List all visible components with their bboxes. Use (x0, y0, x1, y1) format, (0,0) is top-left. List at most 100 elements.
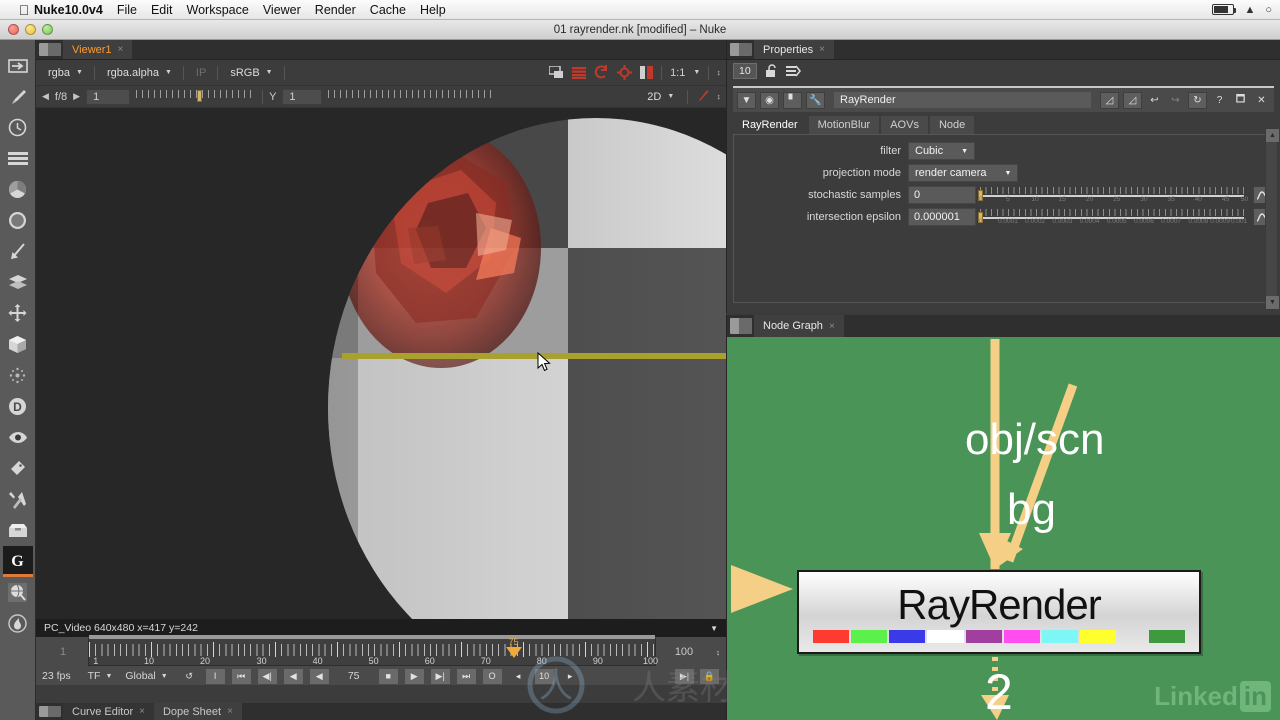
tab-aovs[interactable]: AOVs (881, 116, 928, 134)
close-icon[interactable]: ✕ (1253, 93, 1270, 108)
tab-dope-sheet[interactable]: Dope Sheet × (153, 703, 242, 720)
mask-icon[interactable]: ▘ (783, 91, 802, 109)
zoom-level[interactable]: 1:1 (670, 67, 685, 79)
close-icon[interactable]: × (829, 321, 835, 332)
max-panels-field[interactable]: 10 (733, 63, 757, 79)
tab-properties[interactable]: Properties × (754, 40, 834, 59)
wrench-icon[interactable]: 🔧 (806, 91, 825, 109)
tab-node[interactable]: Node (929, 116, 975, 134)
color-wheel-icon[interactable]: ◉ (760, 91, 779, 109)
lock-open-icon[interactable] (765, 64, 778, 78)
viewer-pane-grip[interactable] (39, 43, 61, 56)
scroll-up-icon[interactable]: ▲ (1266, 129, 1279, 142)
close-icon[interactable]: × (118, 44, 124, 55)
close-window-button[interactable] (8, 24, 19, 35)
tab-rayrender[interactable]: RayRender (733, 116, 807, 134)
tab-curve-editor[interactable]: Curve Editor × (63, 703, 154, 720)
node-graph-pane-grip[interactable] (730, 318, 752, 334)
prev-keyframe-icon[interactable]: ◀| (256, 667, 278, 685)
next-keyframe-icon[interactable]: ▶| (429, 667, 451, 685)
layer-select[interactable]: rgba.alpha ▼ (100, 63, 177, 82)
merge-node-icon[interactable] (3, 267, 33, 298)
menu-item-render[interactable]: Render (315, 3, 356, 17)
chevron-down-icon[interactable]: ▼ (161, 673, 168, 680)
sync-mode-select[interactable]: Global (125, 670, 155, 682)
menu-app-name[interactable]: Nuke10.0v4 (34, 3, 103, 17)
gain-next-icon[interactable]: ▶ (73, 91, 80, 102)
node-graph-canvas[interactable]: obj/scn bg 2 RayRender Linked in (727, 337, 1280, 720)
stochastic-samples-slider[interactable]: 0 5 10 15 20 25 30 35 40 45 50 (978, 186, 1250, 204)
play-forward-icon[interactable]: ▶ (403, 667, 425, 685)
mix-icon[interactable]: ◿ (1123, 91, 1142, 109)
colorspace-select[interactable]: sRGB ▼ (224, 63, 278, 82)
menu-item-cache[interactable]: Cache (370, 3, 406, 17)
stop-icon[interactable]: ■ (377, 667, 399, 685)
play-backward-icon[interactable]: ◀ (308, 667, 330, 685)
first-frame-icon[interactable]: ⏮ (230, 667, 252, 685)
furnace-node-icon[interactable] (3, 608, 33, 639)
expand-toolbar-icon[interactable]: ⨟ (717, 91, 720, 102)
gamma-input[interactable]: 1 (282, 88, 323, 105)
spotlight-icon[interactable]: ○ (1265, 4, 1272, 16)
properties-scrollbar[interactable]: ▲ ▼ (1265, 128, 1279, 310)
draw-node-icon[interactable] (3, 81, 33, 112)
view-mode-select[interactable]: 2D ▼ (641, 87, 680, 106)
node-rayrender[interactable]: RayRender (797, 570, 1201, 654)
apple-icon[interactable]:  (0, 2, 34, 18)
help-icon[interactable]: ? (1211, 93, 1228, 108)
properties-pane-grip[interactable] (730, 43, 752, 56)
transform-node-icon[interactable] (3, 298, 33, 329)
chevron-down-icon[interactable]: ▼ (105, 673, 112, 680)
scroll-down-icon[interactable]: ▼ (1266, 296, 1279, 309)
filter-node-icon[interactable] (3, 205, 33, 236)
tab-viewer1[interactable]: Viewer1 × (63, 40, 133, 59)
image-node-icon[interactable] (3, 50, 33, 81)
last-frame-icon[interactable]: ⏭ (455, 667, 477, 685)
menu-item-workspace[interactable]: Workspace (187, 3, 249, 17)
channel-node-icon[interactable] (3, 143, 33, 174)
tab-motionblur[interactable]: MotionBlur (808, 116, 880, 134)
metadata-node-icon[interactable] (3, 453, 33, 484)
stochastic-samples-input[interactable]: 0 (908, 186, 976, 204)
toolsets-node-icon[interactable] (3, 484, 33, 515)
gamma-slider[interactable] (328, 89, 494, 104)
menu-item-help[interactable]: Help (420, 3, 446, 17)
chevron-down-icon[interactable]: ▼ (693, 69, 700, 76)
close-icon[interactable]: × (227, 706, 233, 717)
viewer-image-canvas[interactable] (36, 108, 726, 619)
maximize-window-button[interactable] (42, 24, 53, 35)
in-point-icon[interactable]: I (204, 667, 226, 685)
undo-icon[interactable]: ↩ (1146, 93, 1163, 108)
3d-node-icon[interactable] (3, 329, 33, 360)
refresh-icon[interactable] (594, 65, 609, 80)
menu-item-viewer[interactable]: Viewer (263, 3, 301, 17)
out-point-icon[interactable]: O (481, 667, 503, 685)
wifi-icon[interactable]: ▲ (1244, 4, 1255, 16)
gain-prev-icon[interactable]: ◀ (42, 91, 49, 102)
tab-node-graph[interactable]: Node Graph × (754, 315, 844, 337)
frame-range-start[interactable]: 1 (38, 646, 88, 658)
menu-item-file[interactable]: File (117, 3, 137, 17)
close-icon[interactable]: × (819, 44, 825, 55)
timeline-scrub-bar[interactable] (89, 635, 655, 639)
views-node-icon[interactable] (3, 422, 33, 453)
time-mode-select[interactable]: TF (88, 670, 101, 682)
float-icon[interactable]: 🗖 (1232, 93, 1249, 108)
node-name-field[interactable]: RayRender (833, 91, 1092, 109)
gain-input[interactable]: 1 (86, 88, 131, 105)
gizmo-node-icon[interactable]: G (2, 546, 33, 577)
color-picker-icon[interactable] (696, 89, 709, 104)
battery-icon[interactable] (1212, 4, 1237, 15)
filter-select[interactable]: Cubic ▼ (908, 142, 976, 160)
projection-mode-select[interactable]: render camera ▼ (908, 164, 1019, 182)
disable-icon[interactable]: ◿ (1100, 91, 1119, 109)
menu-item-edit[interactable]: Edit (151, 3, 173, 17)
intersection-epsilon-slider[interactable]: 0 0.0001 0.0002 0.0003 0.0004 0.0005 0.0… (978, 208, 1250, 226)
color-node-icon[interactable] (3, 174, 33, 205)
current-frame-field[interactable]: 75 (335, 670, 373, 682)
close-icon[interactable]: × (139, 706, 145, 717)
loop-icon[interactable]: ↺ (179, 668, 200, 685)
channel-select[interactable]: rgba ▼ (42, 63, 88, 82)
roi-icon[interactable] (617, 65, 633, 80)
particles-node-icon[interactable] (3, 360, 33, 391)
